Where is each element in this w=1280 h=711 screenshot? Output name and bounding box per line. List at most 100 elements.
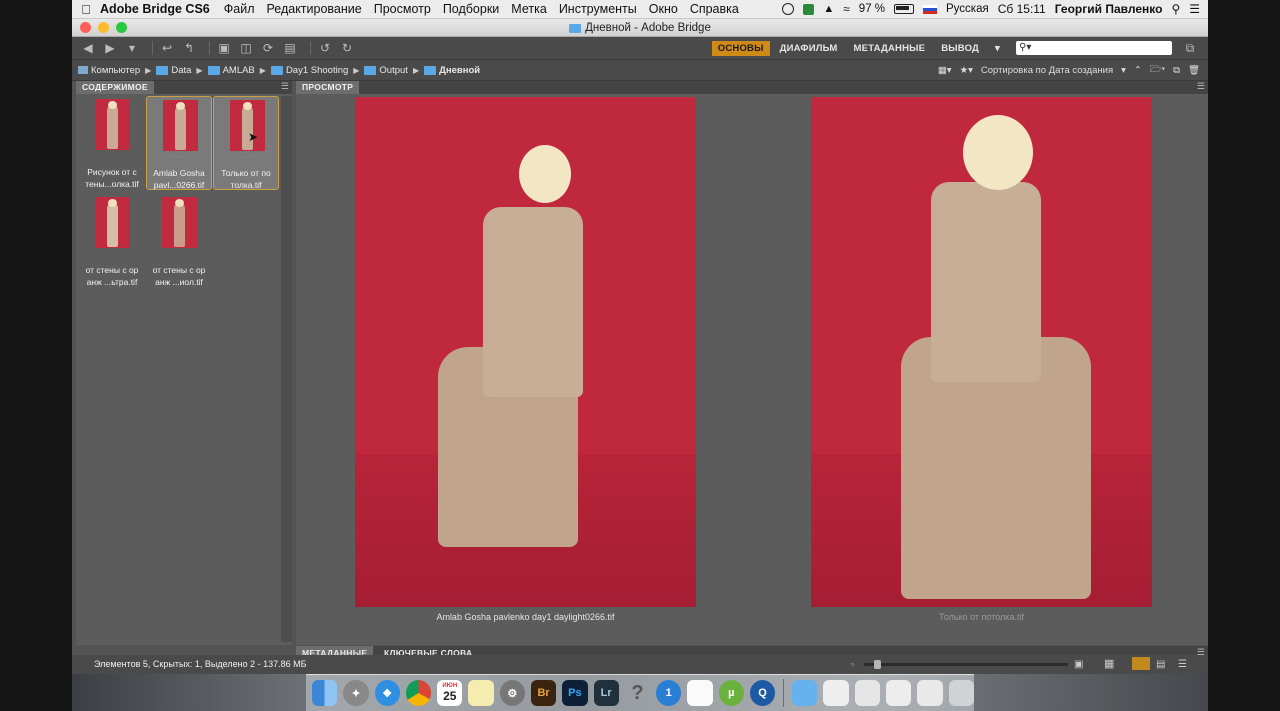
forward-arrow-icon[interactable]: ▶	[102, 41, 118, 55]
battery-icon[interactable]	[894, 4, 915, 14]
sort-chevron-icon[interactable]: ▾	[1121, 65, 1126, 76]
menu-edit[interactable]: Редактирование	[266, 2, 361, 16]
rotate-right-icon[interactable]: ↻	[339, 41, 355, 55]
clock[interactable]: Сб 15:11	[998, 2, 1046, 16]
menu-help[interactable]: Справка	[690, 2, 739, 16]
close-window-button[interactable]	[80, 22, 91, 33]
workspace-filmstrip[interactable]: ДИАФИЛЬМ	[774, 41, 844, 56]
launchpad-icon[interactable]: ✦	[343, 680, 369, 706]
workspace-essentials[interactable]: ОСНОВЫ	[711, 40, 770, 56]
output-icon[interactable]: ▤	[282, 41, 298, 55]
flag-icon[interactable]	[923, 4, 938, 14]
compact-mode-icon[interactable]: ⧉	[1182, 41, 1198, 55]
battery-percent[interactable]: 97 %	[859, 3, 885, 15]
lightroom-icon[interactable]: Lr	[593, 680, 619, 706]
view-thumbnails-icon[interactable]	[1132, 657, 1150, 670]
help-icon[interactable]: ?	[625, 680, 650, 706]
thumbnail[interactable]: Рисунок от с тены...олка.tif	[79, 96, 145, 190]
thumbnail[interactable]: от стены с ор анж ...иол.tif	[146, 194, 212, 288]
utorrent-icon[interactable]: µ	[718, 680, 744, 706]
menu-tools[interactable]: Инструменты	[559, 2, 637, 16]
menu-stacks[interactable]: Подборки	[443, 2, 499, 16]
refine-icon[interactable]: ◫	[238, 41, 254, 55]
chrome-icon[interactable]	[405, 680, 432, 706]
notification-center-icon[interactable]: ☰	[1189, 2, 1200, 16]
trash-icon[interactable]: 🗑	[1188, 65, 1200, 76]
view-details-icon[interactable]: ▤	[1156, 655, 1165, 674]
new-folder-icon[interactable]: ⧉	[1173, 65, 1180, 76]
content-scrollbar[interactable]	[281, 96, 292, 642]
crumb-computer[interactable]: Компьютер ▶	[78, 65, 151, 76]
panel-menu-icon[interactable]: ☰	[281, 81, 289, 92]
wifi-icon[interactable]: ≈	[843, 2, 850, 16]
camera-icon[interactable]: ▣	[216, 41, 232, 55]
rating-dots[interactable]: ·····	[147, 154, 211, 161]
evernote-icon[interactable]	[803, 3, 815, 15]
document-stack-icon[interactable]	[854, 680, 881, 706]
open-in-camera-raw-icon[interactable]: ⟳	[260, 41, 276, 55]
document-stack-icon[interactable]	[886, 680, 912, 706]
status-circle-icon[interactable]	[782, 3, 795, 15]
chevron-right-icon[interactable]: ▶	[260, 66, 266, 75]
panel-menu-icon[interactable]: ☰	[1197, 81, 1205, 92]
filter-star-icon[interactable]: ★▾	[960, 65, 973, 76]
zoom-out-icon[interactable]: ▫	[851, 655, 854, 674]
apple-icon[interactable]: 	[72, 2, 100, 17]
quicktime-icon[interactable]: Q	[749, 680, 776, 706]
search-input[interactable]: ⚲▾	[1016, 41, 1172, 55]
textedit-icon[interactable]	[687, 680, 713, 706]
chevron-right-icon[interactable]: ▶	[145, 66, 151, 75]
onepassword-icon[interactable]: 1	[656, 680, 682, 706]
workspace-dropdown-icon[interactable]: ▾	[989, 41, 1006, 56]
view-list-icon[interactable]: ☰	[1178, 655, 1187, 674]
preview-image-left[interactable]	[355, 97, 696, 607]
open-recent-folder-icon[interactable]: 🗁▾	[1150, 62, 1165, 78]
chevron-right-icon[interactable]: ▶	[353, 66, 359, 75]
document-stack-icon[interactable]	[917, 680, 943, 706]
photoshop-icon[interactable]: Ps	[562, 680, 588, 706]
input-language[interactable]: Русская	[946, 3, 989, 15]
tab-content[interactable]: СОДЕРЖИМОЕ	[76, 81, 154, 94]
crumb-data[interactable]: Data ▶	[156, 65, 203, 76]
bridge-icon[interactable]: Br	[530, 680, 557, 706]
notes-icon[interactable]	[468, 680, 494, 706]
downloads-folder-icon[interactable]	[792, 680, 818, 706]
sort-ascending-icon[interactable]: ⌃	[1134, 65, 1142, 76]
back-arrow-icon[interactable]: ◀	[80, 41, 96, 55]
chevron-right-icon[interactable]: ▶	[413, 66, 419, 75]
crumb-current-folder[interactable]: Дневной	[424, 65, 480, 76]
zoom-in-icon[interactable]: ▣	[1074, 655, 1083, 674]
thumbnail-selected[interactable]: ····· Amlab Gosha pavl...0266.tif	[146, 96, 212, 190]
workspace-output[interactable]: ВЫВОД	[935, 41, 985, 56]
calendar-icon[interactable]: ИЮН 25	[437, 680, 463, 706]
rating-dots[interactable]: ·····	[214, 154, 278, 161]
finder-icon[interactable]	[312, 680, 338, 706]
crumb-amlab[interactable]: AMLAB ▶	[207, 65, 266, 76]
system-preferences-icon[interactable]: ⚙	[499, 680, 525, 706]
grid-lock-icon[interactable]: ▦	[1104, 655, 1114, 674]
document-stack-icon[interactable]	[823, 680, 849, 706]
crumb-day1-shooting[interactable]: Day1 Shooting ▶	[270, 65, 359, 76]
tab-preview[interactable]: ПРОСМОТР	[296, 81, 360, 94]
go-to-parent-icon[interactable]: ↩	[159, 41, 175, 55]
zoom-window-button[interactable]	[116, 22, 127, 33]
minimize-window-button[interactable]	[98, 22, 109, 33]
spotlight-icon[interactable]: ⚲	[1171, 2, 1180, 16]
app-status-icon[interactable]: ▲	[823, 3, 834, 15]
user-name[interactable]: Георгий Павленко	[1055, 2, 1163, 16]
sort-dropdown[interactable]: Сортировка по Дата создания	[981, 65, 1113, 76]
recent-dropdown-icon[interactable]: ▾	[124, 41, 140, 55]
chevron-right-icon[interactable]: ▶	[196, 66, 202, 75]
quality-options-icon[interactable]: ▦▾	[938, 65, 952, 76]
crumb-output[interactable]: Output ▶	[364, 65, 419, 76]
thumbnail-selected[interactable]: ····· Только от по толка.tif ➤	[213, 96, 279, 190]
thumbnail-size-slider[interactable]	[864, 660, 1068, 669]
slider-knob[interactable]	[874, 660, 881, 669]
menu-window[interactable]: Окно	[649, 2, 678, 16]
safari-icon[interactable]: ❖	[374, 680, 400, 706]
preview-image-right[interactable]	[811, 97, 1152, 607]
menu-label[interactable]: Метка	[511, 2, 547, 16]
app-menu[interactable]: Adobe Bridge CS6	[100, 2, 210, 16]
rotate-left-icon[interactable]: ↺	[317, 41, 333, 55]
workspace-metadata[interactable]: МЕТАДАННЫЕ	[848, 41, 932, 56]
